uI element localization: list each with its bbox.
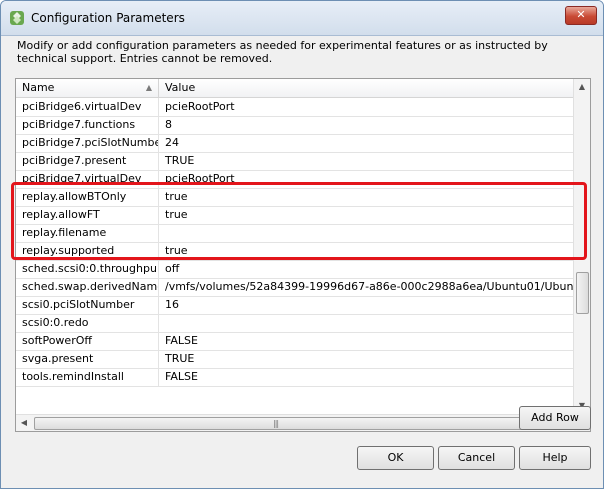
column-header-name[interactable]: Name ▲: [16, 79, 159, 97]
param-name[interactable]: scsi0:0.redo: [16, 314, 159, 332]
highlight-annotation: [11, 182, 587, 260]
param-name[interactable]: scsi0.pciSlotNumber: [16, 296, 159, 314]
table-row[interactable]: pciBridge7.pciSlotNumber 24: [16, 134, 574, 153]
param-value[interactable]: [159, 314, 574, 332]
table-row[interactable]: tools.remindInstall FALSE: [16, 368, 574, 387]
sort-ascending-icon: ▲: [145, 83, 152, 92]
param-value[interactable]: FALSE: [159, 368, 574, 386]
param-value[interactable]: 8: [159, 116, 574, 134]
window-title: Configuration Parameters: [31, 11, 185, 25]
scroll-left-icon[interactable]: ◀: [16, 415, 32, 431]
configuration-parameters-dialog: Configuration Parameters ✕ Modify or add…: [0, 0, 604, 489]
column-header-value[interactable]: Value: [159, 79, 574, 97]
title-bar[interactable]: Configuration Parameters ✕: [1, 1, 603, 36]
column-value-label: Value: [165, 81, 196, 94]
cancel-button[interactable]: Cancel: [438, 446, 515, 470]
close-icon: ✕: [576, 8, 586, 21]
param-name[interactable]: softPowerOff: [16, 332, 159, 350]
ok-button[interactable]: OK: [357, 446, 434, 470]
table-row[interactable]: pciBridge7.present TRUE: [16, 152, 574, 171]
scroll-up-icon[interactable]: ▲: [574, 79, 590, 95]
table-row[interactable]: scsi0.pciSlotNumber 16: [16, 296, 574, 315]
horizontal-scrollbar[interactable]: ◀ ||| ▶: [16, 414, 574, 431]
param-name[interactable]: pciBridge6.virtualDev: [16, 98, 159, 116]
param-name[interactable]: sched.scsi0:0.throughpu...: [16, 260, 159, 278]
close-button[interactable]: ✕: [565, 6, 597, 25]
description-text: Modify or add configuration parameters a…: [17, 39, 548, 65]
param-name[interactable]: pciBridge7.pciSlotNumber: [16, 134, 159, 152]
grip-icon: |||: [273, 419, 279, 428]
param-value[interactable]: /vmfs/volumes/52a84399-19996d67-a86e-000…: [159, 278, 574, 296]
param-value[interactable]: TRUE: [159, 152, 574, 170]
add-row-button[interactable]: Add Row: [519, 406, 591, 430]
param-value[interactable]: FALSE: [159, 332, 574, 350]
table-row[interactable]: sched.scsi0:0.throughpu... off: [16, 260, 574, 279]
table-row[interactable]: sched.swap.derivedName/vmfs/volumes/52a8…: [16, 278, 574, 297]
dialog-content: Modify or add configuration parameters a…: [7, 36, 597, 488]
param-name[interactable]: svga.present: [16, 350, 159, 368]
param-value[interactable]: 16: [159, 296, 574, 314]
horizontal-scroll-thumb[interactable]: |||: [34, 417, 524, 430]
table-row[interactable]: svga.present TRUE: [16, 350, 574, 369]
table-row[interactable]: pciBridge6.virtualDev pcieRootPort: [16, 98, 574, 117]
param-value[interactable]: off: [159, 260, 574, 278]
param-value[interactable]: 24: [159, 134, 574, 152]
param-value[interactable]: TRUE: [159, 350, 574, 368]
column-name-label: Name: [22, 81, 55, 94]
param-value[interactable]: pcieRootPort: [159, 98, 574, 116]
help-button[interactable]: Help: [519, 446, 591, 470]
param-name[interactable]: pciBridge7.present: [16, 152, 159, 170]
table-row[interactable]: pciBridge7.functions 8: [16, 116, 574, 135]
table-row[interactable]: scsi0:0.redo: [16, 314, 574, 333]
vsphere-icon: [10, 11, 24, 25]
vertical-scroll-thumb[interactable]: [576, 272, 589, 314]
param-name[interactable]: sched.swap.derivedName: [16, 278, 159, 296]
table-header: Name ▲ Value: [16, 79, 574, 98]
param-name[interactable]: pciBridge7.functions: [16, 116, 159, 134]
table-row[interactable]: softPowerOff FALSE: [16, 332, 574, 351]
param-name[interactable]: tools.remindInstall: [16, 368, 159, 386]
